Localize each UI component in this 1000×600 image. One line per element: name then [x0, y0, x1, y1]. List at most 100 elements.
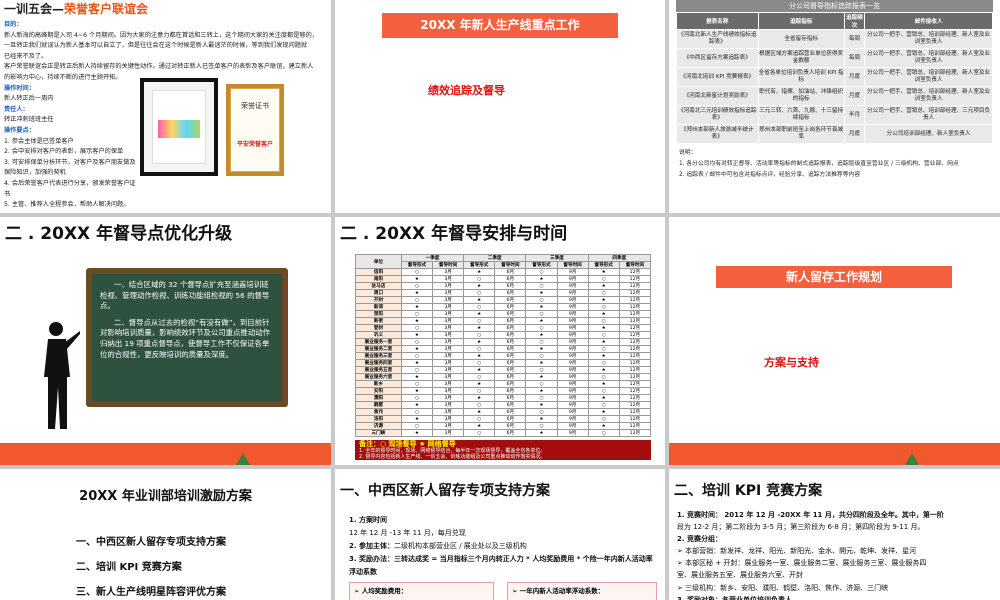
unit-name: 荥阳 — [355, 310, 402, 318]
schedule-cell: ○ — [587, 387, 620, 395]
schedule-cell: 12月 — [618, 359, 652, 367]
table-row: 新乡 ○ 3月 ★ 6月 ○ 9月 ★ 12月 — [355, 380, 652, 388]
body-line: 新人转正后一周内 — [4, 95, 54, 103]
table-row: 焦作 ○ 3月 ★ 6月 ○ 9月 ★ 12月 — [355, 408, 652, 416]
column-header: 追踪频次 — [843, 12, 866, 30]
slide-thumbnail-5[interactable]: 二 . 20XX 年督导安排与时间 单位 一季度 二季度 三季度 四季度 督导形… — [335, 217, 665, 465]
table-cell: 月度 — [843, 67, 866, 87]
schedule-cell: ○ — [525, 408, 558, 416]
schedule-cell: 3月 — [432, 394, 465, 402]
body-line: 转正冲刺班班主任 — [4, 116, 54, 124]
subheader: 督导时间 — [494, 261, 527, 269]
schedule-cell: ★ — [463, 366, 496, 374]
slide-thumbnail-1[interactable]: 一训五会—荣誉客户联谊会 目的： 新人新海的高峰期是入司 4~6 个月期间。因为大… — [0, 0, 331, 213]
schedule-cell: 12月 — [618, 268, 652, 276]
schedule-cell: ○ — [463, 275, 496, 283]
schedule-cell: 9月 — [556, 345, 589, 353]
slide-thumbnail-6[interactable]: 新人留存工作规划 方案与支持 — [669, 217, 1000, 465]
schedule-cell: ○ — [463, 359, 496, 367]
table-cell: 半月 — [843, 105, 866, 125]
schedule-cell: 9月 — [556, 380, 589, 388]
body-line: 室、展业服务五室、展业服务六室、开封 — [677, 571, 803, 580]
schedule-cell: 6月 — [494, 429, 527, 437]
slide-thumbnail-8[interactable]: 一、中西区新人留存专项支持方案 1. 方案时间 12 年 12 月 -13 年 … — [335, 469, 665, 600]
schedule-cell: ○ — [525, 422, 558, 430]
footer-bar — [0, 443, 331, 465]
slide-banner: 新人留存工作规划 — [716, 266, 952, 288]
slide-thumbnail-4[interactable]: 二 . 20XX 年督导点优化升级 一、结合区域的 32 个督导点扩充至涵盖培训… — [0, 217, 331, 465]
certificate-title: 荣誉证书 — [241, 102, 269, 110]
slide-title: 一训五会—荣誉客户联谊会 — [4, 2, 149, 16]
schedule-cell: 9月 — [556, 401, 589, 409]
table-cell: 《中西区留存方案追踪表》 — [676, 48, 759, 68]
schedule-cell: ★ — [525, 359, 558, 367]
quarter-header: 二季度 — [463, 254, 527, 262]
slide-thumbnail-9[interactable]: 二、培训 KPI 竞赛方案 1. 竞赛时间： 2012 年 12 月 -20XX… — [669, 469, 1000, 600]
unit-name: 展业服务六室 — [355, 373, 402, 381]
note-title: 备注： — [359, 440, 380, 448]
schedule-cell: 6月 — [494, 296, 527, 304]
schedule-cell: ○ — [463, 289, 496, 297]
schedule-cell: ○ — [400, 282, 434, 290]
schedule-cell: ○ — [587, 289, 620, 297]
schedule-cell: 3月 — [432, 352, 465, 360]
agenda-item-2: 二、培训 KPI 竞赛方案 — [76, 562, 182, 573]
schedule-cell: ○ — [400, 366, 434, 374]
schedule-cell: 12月 — [618, 380, 652, 388]
schedule-cell: ★ — [400, 345, 434, 353]
agenda-item-1: 一、中西区新人留存专项支持方案 — [76, 537, 226, 548]
schedule-cell: 6月 — [494, 387, 527, 395]
schedule-cell: ○ — [525, 394, 558, 402]
body-line: ➢ 本部区秘 + 开封：展业服务一室、展业服务二室、展业服务三室、展业服务四 — [677, 559, 927, 568]
schedule-cell: 12月 — [618, 275, 652, 283]
schedule-cell: 9月 — [556, 422, 589, 430]
schedule-cell: 6月 — [494, 282, 527, 290]
schedule-cell: 6月 — [494, 331, 527, 339]
unit-name: 展业服务五室 — [355, 366, 402, 374]
slide-thumbnail-7[interactable]: 20XX 年业训部培训激励方案 一、中西区新人留存专项支持方案 二、培训 KPI… — [0, 469, 331, 600]
schedule-cell: ○ — [400, 394, 434, 402]
table-row: 三门峡 ★ 3月 ○ 6月 ★ 9月 ○ 12月 — [355, 429, 652, 437]
slide-thumbnail-2[interactable]: 20XX 年新人生产线重点工作 绩效追踪及督导 — [335, 0, 665, 213]
table-row: 驻马店 ○ 3月 ★ 6月 ○ 9月 ★ 12月 — [355, 282, 652, 290]
certificate-text: 平安荣誉客户 — [236, 141, 273, 148]
schedule-cell: 6月 — [494, 422, 527, 430]
schedule-cell: ★ — [400, 415, 434, 423]
unit-name: 展业服务二室 — [355, 345, 402, 353]
schedule-cell: ○ — [525, 296, 558, 304]
unit-name: 鹤壁 — [355, 401, 402, 409]
slide-title: 二 . 20XX 年督导安排与时间 — [340, 224, 568, 244]
schedule-cell: 6月 — [494, 268, 527, 276]
table-cell: 每周 — [843, 29, 866, 49]
table-row: 开封 ○ 3月 ★ 6月 ○ 9月 ★ 12月 — [355, 296, 652, 304]
schedule-cell: 6月 — [494, 324, 527, 332]
schedule-cell: ○ — [463, 317, 496, 325]
schedule-cell: 3月 — [432, 387, 465, 395]
schedule-cell: ★ — [525, 275, 558, 283]
schedule-cell: 3月 — [432, 429, 465, 437]
schedule-cell: ○ — [400, 422, 434, 430]
unit-name: 焦作 — [355, 408, 402, 416]
schedule-cell: ★ — [400, 401, 434, 409]
schedule-cell: 3月 — [432, 338, 465, 346]
schedule-cell: 12月 — [618, 324, 652, 332]
schedule-cell: ○ — [587, 303, 620, 311]
schedule-cell: 12月 — [618, 352, 652, 360]
slide-thumbnail-3[interactable]: 分公司督导指标追踪报表一览 报表名称 追踪指标 追踪频次 邮件接收人 《河南北新人生产… — [669, 0, 1000, 213]
schedule-cell: 6月 — [494, 415, 527, 423]
table-cell: 全省各单位培训负责人培训 KPI 指标 — [757, 67, 845, 87]
schedule-cell: 3月 — [432, 331, 465, 339]
quarter-header: 一季度 — [400, 254, 465, 262]
unit-name: 新乡 — [355, 380, 402, 388]
schedule-cell: ○ — [587, 429, 620, 437]
table-row: 展业服务二室 ★ 3月 ○ 6月 ★ 9月 ○ 12月 — [355, 345, 652, 353]
schedule-cell: 9月 — [556, 394, 589, 402]
note-line: 2. 督导内容包括新人生产线、一训五会、训练功能组及公司重点推动动作落实情况。 — [359, 454, 546, 460]
schedule-cell: 3月 — [432, 289, 465, 297]
body-line: 已经来不及了。 — [4, 52, 48, 60]
notes-label: 说明： — [679, 150, 697, 156]
schedule-cell: ★ — [587, 310, 620, 318]
schedule-cell: ○ — [400, 268, 434, 276]
table-row: 《河南北新人生产线绩效指标追踪表》 全省留存指标 每周 分公司一把手、营销总、培训部经… — [676, 29, 993, 49]
note-1: 1. 各分公司均有对转正督导、活动率等指标的制式追踪报表，追踪层级直至营业区 /… — [679, 161, 959, 167]
